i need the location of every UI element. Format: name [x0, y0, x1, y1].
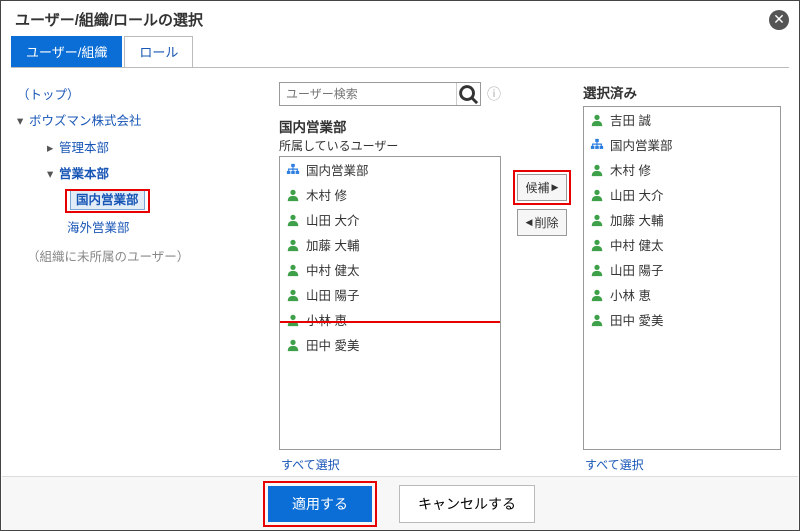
list-item[interactable]: 山田 大介: [280, 207, 500, 232]
search-icon[interactable]: [456, 83, 480, 105]
list-item-label: 国内営業部: [610, 135, 673, 154]
list-item-label: 山田 大介: [306, 210, 359, 229]
list-item[interactable]: 国内営業部: [280, 157, 500, 182]
select-all-selected[interactable]: すべて選択: [583, 450, 781, 473]
list-item-label: 加藤 大輔: [306, 235, 359, 254]
list-item[interactable]: 吉田 誠: [584, 107, 780, 132]
dialog-title: ユーザー/組織/ロールの選択: [15, 9, 203, 30]
search-input[interactable]: [280, 84, 456, 104]
list-item[interactable]: 木村 修: [584, 157, 780, 182]
user-icon: [590, 163, 604, 177]
org-icon: [286, 163, 300, 177]
list-item-label: 国内営業部: [306, 160, 369, 179]
list-item-label: 山田 大介: [610, 185, 663, 204]
list-item[interactable]: 田中 愛美: [584, 307, 780, 332]
org-tree: （トップ） ▾ボウズマン株式会社 ▸管理本部 ▾営業本部 国内営業部 海外営業部…: [17, 82, 267, 473]
user-icon: [286, 263, 300, 277]
list-item[interactable]: 山田 陽子: [584, 257, 780, 282]
apply-button[interactable]: 適用する: [268, 486, 372, 522]
list-item-label: 中村 健太: [610, 235, 663, 254]
tree-top[interactable]: （トップ）: [17, 88, 80, 102]
tree-overseas[interactable]: 海外営業部: [67, 221, 130, 235]
center-subtitle: 所属しているユーザー: [279, 137, 501, 154]
list-item-label: 木村 修: [610, 160, 651, 179]
list-item[interactable]: 小林 恵: [280, 307, 500, 332]
center-title: 国内営業部: [279, 116, 501, 136]
user-icon: [286, 238, 300, 252]
user-icon: [590, 113, 604, 127]
tree-admin[interactable]: 管理本部: [59, 141, 109, 155]
user-icon: [286, 188, 300, 202]
list-item[interactable]: 加藤 大輔: [584, 207, 780, 232]
info-icon: ⓘ: [487, 84, 501, 104]
list-item-label: 小林 恵: [610, 285, 651, 304]
list-item[interactable]: 中村 健太: [584, 232, 780, 257]
list-item-label: 吉田 誠: [610, 110, 651, 129]
tree-company[interactable]: ボウズマン株式会社: [29, 114, 142, 128]
list-item-label: 山田 陽子: [306, 285, 359, 304]
add-button-label: 候補: [526, 179, 550, 196]
user-icon: [590, 213, 604, 227]
remove-button[interactable]: ◀削除: [517, 209, 567, 236]
selected-list[interactable]: 吉田 誠国内営業部木村 修山田 大介加藤 大輔中村 健太山田 陽子小林 恵田中 …: [583, 106, 781, 450]
close-icon[interactable]: ✕: [769, 10, 789, 30]
list-item[interactable]: 山田 陽子: [280, 282, 500, 307]
user-icon: [286, 213, 300, 227]
list-item[interactable]: 加藤 大輔: [280, 232, 500, 257]
user-icon: [286, 288, 300, 302]
list-item[interactable]: 田中 愛美: [280, 332, 500, 357]
tree-unassigned[interactable]: （組織に未所属のユーザー）: [27, 250, 189, 264]
add-button[interactable]: 候補▶: [517, 174, 567, 201]
user-icon: [286, 313, 300, 327]
list-item[interactable]: 山田 大介: [584, 182, 780, 207]
user-icon: [590, 263, 604, 277]
list-item[interactable]: 国内営業部: [584, 132, 780, 157]
cancel-button[interactable]: キャンセルする: [399, 485, 535, 523]
tab-bar: ユーザー/組織 ロール: [1, 36, 799, 67]
tree-sales[interactable]: 営業本部: [59, 167, 109, 181]
list-item-label: 小林 恵: [306, 310, 347, 329]
list-item-label: 山田 陽子: [610, 260, 663, 279]
org-icon: [590, 138, 604, 152]
list-item[interactable]: 小林 恵: [584, 282, 780, 307]
list-item-label: 中村 健太: [306, 260, 359, 279]
search-box: [279, 82, 481, 106]
list-item[interactable]: 木村 修: [280, 182, 500, 207]
tree-domestic[interactable]: 国内営業部: [71, 191, 144, 209]
selected-title: 選択済み: [583, 82, 781, 102]
user-icon: [590, 188, 604, 202]
list-item-label: 加藤 大輔: [610, 210, 663, 229]
list-item-label: 田中 愛美: [306, 335, 359, 354]
list-item-label: 田中 愛美: [610, 310, 663, 329]
available-list[interactable]: 国内営業部木村 修山田 大介加藤 大輔中村 健太山田 陽子小林 恵田中 愛美: [279, 156, 501, 450]
select-all-available[interactable]: すべて選択: [279, 450, 501, 473]
tab-user-org[interactable]: ユーザー/組織: [11, 36, 122, 67]
list-item-label: 木村 修: [306, 185, 347, 204]
user-icon: [590, 313, 604, 327]
user-icon: [590, 238, 604, 252]
tab-role[interactable]: ロール: [124, 36, 193, 67]
remove-button-label: 削除: [534, 214, 558, 231]
user-icon: [286, 338, 300, 352]
list-item[interactable]: 中村 健太: [280, 257, 500, 282]
user-icon: [590, 288, 604, 302]
footer: 適用する キャンセルする: [2, 476, 798, 530]
